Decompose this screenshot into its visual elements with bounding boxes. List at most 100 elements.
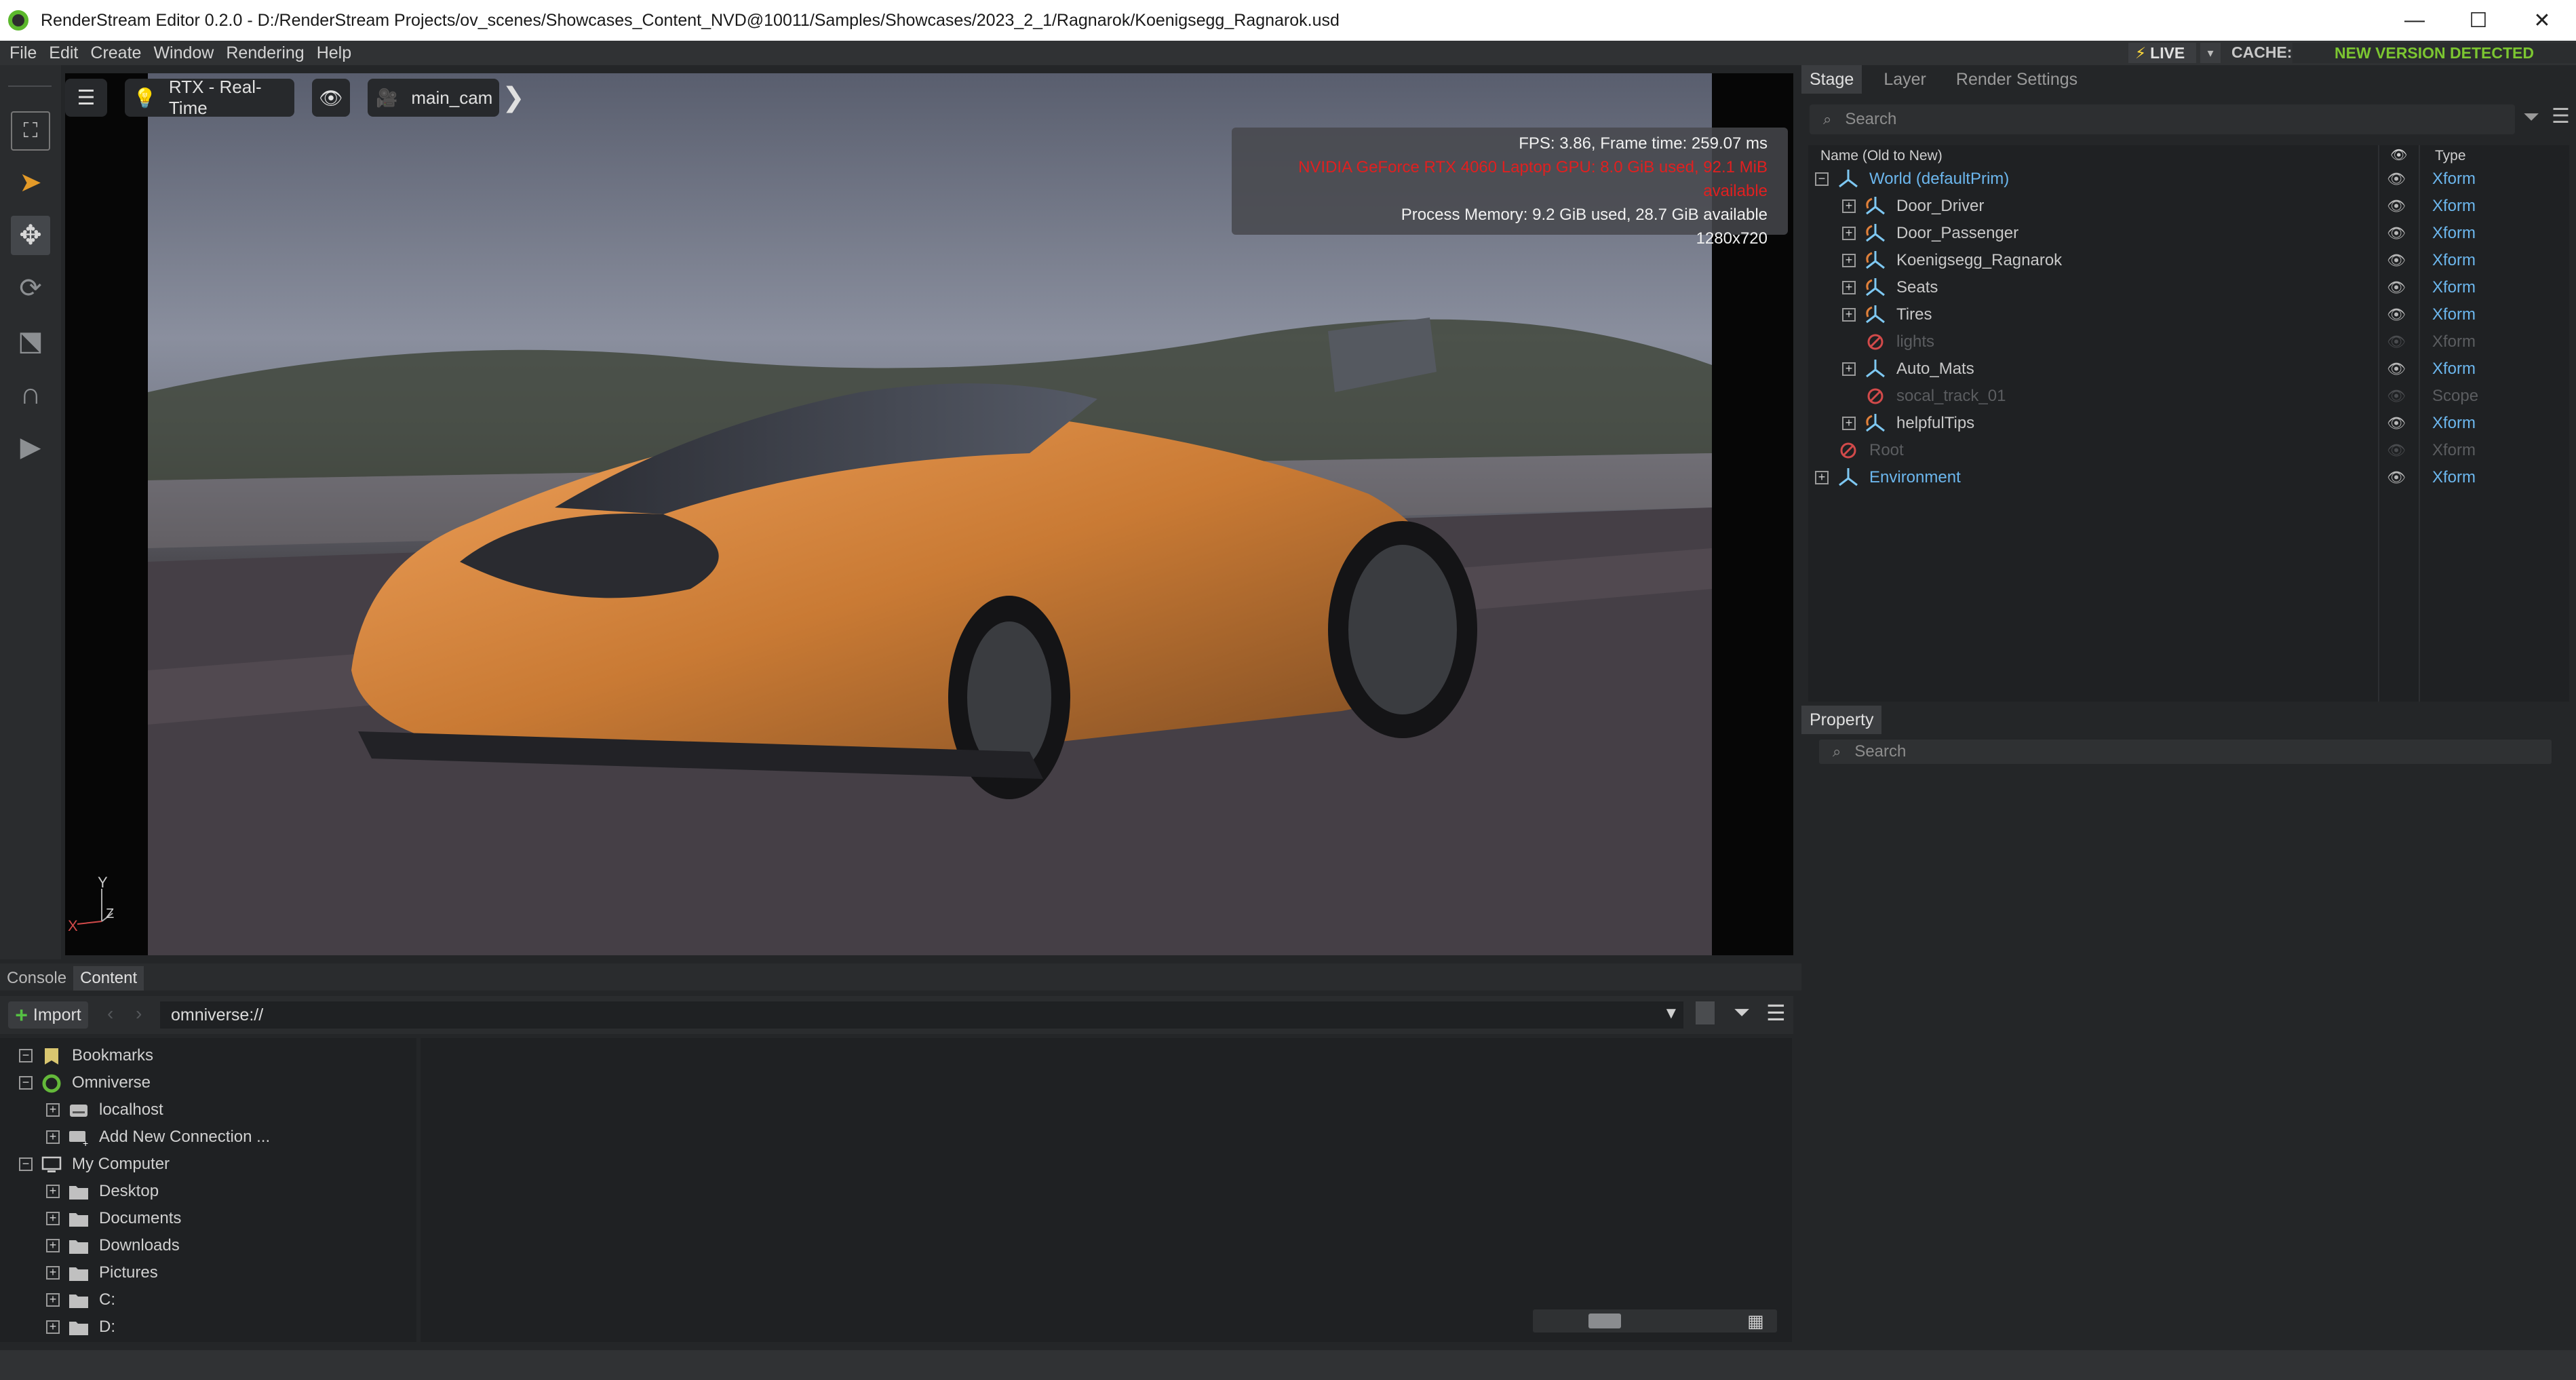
stage-row[interactable]: + Koenigsegg_Ragnarok 👁 Xform [1808, 247, 2569, 274]
play-icon[interactable]: ▶ [11, 427, 50, 467]
content-tree-item[interactable]: − Bookmarks [19, 1042, 153, 1069]
name-column-header[interactable]: Name (Old to New) [1820, 148, 1943, 164]
content-tree-item[interactable]: + Documents [46, 1205, 181, 1232]
content-path-input[interactable]: omniverse:// [160, 1001, 1683, 1029]
move-icon[interactable]: ✥ [11, 216, 50, 255]
tab-layer[interactable]: Layer [1875, 65, 1934, 94]
stage-row[interactable]: + Door_Passenger 👁 Xform [1808, 220, 2569, 247]
stage-row[interactable]: + helpfulTips 👁 Xform [1808, 410, 2569, 437]
stage-row[interactable]: +lights 👁 Xform [1808, 328, 2569, 356]
expand-icon[interactable]: + [1842, 417, 1856, 430]
visibility-eye-icon[interactable]: 👁 [2386, 464, 2406, 491]
stage-row[interactable]: + Auto_Mats 👁 Xform [1808, 356, 2569, 383]
visibility-menu-button[interactable]: 👁 [312, 79, 350, 117]
camera-selector[interactable]: 🎥 main_cam [368, 79, 499, 117]
visibility-eye-icon[interactable]: 👁 [2386, 328, 2406, 356]
stage-row[interactable]: +socal_track_01 👁 Scope [1808, 383, 2569, 410]
stage-filter-icon[interactable]: ⏷ [2523, 106, 2539, 129]
expand-icon[interactable]: + [1842, 227, 1856, 240]
stage-search-input[interactable]: ⌕ Search [1810, 104, 2515, 134]
forward-arrow-icon[interactable]: › [136, 1003, 142, 1024]
back-arrow-icon[interactable]: ‹ [107, 1003, 113, 1024]
content-tree-item[interactable]: − Omniverse [19, 1069, 151, 1096]
expand-icon[interactable]: + [46, 1103, 60, 1117]
expand-icon[interactable]: + [1842, 254, 1856, 267]
visibility-eye-icon[interactable]: 👁 [2386, 356, 2406, 383]
stage-row[interactable]: + Seats 👁 Xform [1808, 274, 2569, 301]
close-button[interactable]: ✕ [2511, 0, 2573, 41]
stage-menu-icon[interactable]: ☰ [2552, 104, 2570, 128]
expand-icon[interactable]: + [46, 1130, 60, 1144]
type-column-header[interactable]: Type [2435, 148, 2466, 164]
stage-row[interactable]: + Tires 👁 Xform [1808, 301, 2569, 328]
expand-icon[interactable]: + [1842, 308, 1856, 322]
content-tree-item[interactable]: + localhost [46, 1096, 163, 1124]
content-tree-item[interactable]: − My Computer [19, 1151, 170, 1178]
menu-rendering[interactable]: Rendering [226, 43, 304, 63]
visibility-eye-icon[interactable]: 👁 [2386, 437, 2406, 464]
visibility-eye-icon[interactable]: 👁 [2386, 410, 2406, 437]
visibility-eye-icon[interactable]: 👁 [2386, 166, 2406, 193]
expand-icon[interactable]: + [46, 1185, 60, 1198]
live-dropdown-button[interactable]: ▾ [2200, 43, 2221, 63]
zoom-slider[interactable]: ▦ [1533, 1309, 1777, 1333]
menu-edit[interactable]: Edit [49, 43, 78, 63]
content-tree-item[interactable]: + Desktop [46, 1178, 159, 1205]
tab-property[interactable]: Property [1801, 706, 1882, 734]
content-tree-item[interactable]: + Downloads [46, 1232, 180, 1259]
minimize-button[interactable]: — [2383, 0, 2446, 41]
expand-icon[interactable]: + [46, 1239, 60, 1252]
scale-icon[interactable]: ⬔ [11, 322, 50, 361]
snap-magnet-icon[interactable]: ∩ [11, 375, 50, 414]
collapse-icon[interactable]: − [19, 1076, 33, 1090]
expand-icon[interactable]: + [46, 1293, 60, 1307]
renderer-selector[interactable]: 💡 RTX - Real-Time [125, 77, 294, 118]
expand-icon[interactable]: + [46, 1266, 60, 1280]
zoom-slider-thumb[interactable] [1588, 1314, 1621, 1328]
menu-icon[interactable]: ☰ [1766, 1000, 1786, 1026]
live-toggle[interactable]: ⚡ LIVE [2128, 43, 2196, 63]
visibility-eye-icon[interactable]: 👁 [2386, 383, 2406, 410]
filter-icon[interactable]: ⏷ [1734, 1001, 1750, 1024]
expand-icon[interactable]: + [1842, 281, 1856, 294]
viewport-settings-button[interactable]: ☰ [65, 79, 107, 117]
expand-icon[interactable]: + [1842, 199, 1856, 213]
expand-icon[interactable]: + [1842, 362, 1856, 376]
content-tree-item[interactable]: + + Add New Connection ... [46, 1124, 270, 1151]
content-tree-item[interactable]: + D: [46, 1314, 115, 1341]
menu-help[interactable]: Help [317, 43, 351, 63]
select-mode-icon[interactable]: ⛶ [11, 111, 50, 151]
menu-window[interactable]: Window [153, 43, 214, 63]
maximize-button[interactable]: ☐ [2447, 0, 2510, 41]
rotate-icon[interactable]: ⟳ [11, 269, 50, 308]
content-tree-item[interactable]: + C: [46, 1286, 115, 1314]
expand-icon[interactable]: + [46, 1212, 60, 1225]
import-button[interactable]: + Import [8, 1001, 88, 1029]
tab-stage[interactable]: Stage [1801, 65, 1862, 94]
property-search-input[interactable]: ⌕ Search [1819, 740, 2552, 764]
grid-view-icon[interactable]: ▦ [1747, 1311, 1764, 1332]
collapse-icon[interactable]: − [19, 1049, 33, 1062]
expand-icon[interactable]: + [1815, 471, 1829, 484]
viewport[interactable]: ☰ 💡 RTX - Real-Time 👁 🎥 main_cam ❯ FPS: … [65, 73, 1793, 955]
visibility-eye-icon[interactable]: 👁 [2386, 193, 2406, 220]
visibility-eye-icon[interactable]: 👁 [2386, 301, 2406, 328]
expand-icon[interactable]: + [46, 1320, 60, 1334]
content-tree-item[interactable]: + Pictures [46, 1259, 158, 1286]
path-dropdown-icon[interactable]: ▼ [1663, 1004, 1679, 1023]
stage-row[interactable]: − World (defaultPrim) 👁 Xform [1808, 166, 2569, 193]
collapse-icon[interactable]: − [19, 1157, 33, 1171]
visibility-eye-icon[interactable]: 👁 [2386, 220, 2406, 247]
visibility-eye-icon[interactable]: 👁 [2386, 274, 2406, 301]
new-version-notice[interactable]: NEW VERSION DETECTED [2292, 43, 2576, 63]
menu-create[interactable]: Create [90, 43, 141, 63]
tab-content[interactable]: Content [73, 966, 144, 991]
tab-console[interactable]: Console [0, 966, 73, 991]
visibility-eye-icon[interactable]: 👁 [2386, 247, 2406, 274]
viewport-expand-button[interactable]: ❯ [502, 79, 525, 117]
stage-row[interactable]: +Root 👁 Xform [1808, 437, 2569, 464]
collapse-icon[interactable]: − [1815, 172, 1829, 186]
tab-render-settings[interactable]: Render Settings [1948, 65, 2086, 94]
select-arrow-icon[interactable]: ➤ [11, 163, 50, 202]
stage-row[interactable]: + Door_Driver 👁 Xform [1808, 193, 2569, 220]
